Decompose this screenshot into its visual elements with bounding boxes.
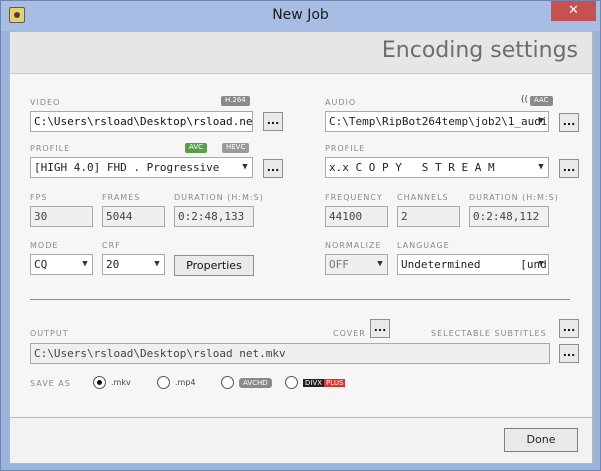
video-label: VIDEO: [30, 98, 61, 107]
output-label: OUTPUT: [30, 329, 69, 338]
speaker-icon: ((: [521, 95, 529, 105]
channels-label: CHANNELS: [397, 193, 449, 202]
format-radio-mp4[interactable]: [157, 376, 170, 389]
format-label-mkv: .mkv: [111, 378, 131, 387]
video-profile-value: [HIGH 4.0] FHD . Progressive: [34, 161, 220, 174]
output-path-field[interactable]: C:\Users\rsload\Desktop\rsload net.mkv: [30, 343, 550, 364]
video-path-field[interactable]: C:\Users\rsload\Desktop\rsload.net.MP4: [30, 111, 253, 132]
audio-profile-label: PROFILE: [325, 144, 366, 153]
audio-path-value: C:\Temp\RipBot264temp\job2\1_audio: [329, 115, 549, 128]
audio-browse-button[interactable]: ...: [559, 113, 579, 132]
chevron-down-icon: ▼: [538, 259, 544, 269]
audio-profile-value: x.x C O P Y S T R E A M: [329, 161, 495, 174]
fps-field: 30: [30, 206, 93, 227]
chevron-down-icon: ▼: [377, 259, 383, 269]
footer-bar: Done: [9, 418, 593, 464]
video-duration-field: 0:2:48,133: [174, 206, 254, 227]
chevron-down-icon: ▼: [154, 259, 160, 269]
chevron-down-icon: ▼: [82, 259, 88, 269]
header-band: Encoding settings: [10, 32, 592, 74]
normalize-value: OFF: [329, 258, 349, 271]
audio-path-select[interactable]: C:\Temp\RipBot264temp\job2\1_audio ▼: [325, 111, 549, 132]
window-title: New Job: [272, 7, 329, 23]
video-browse-button[interactable]: ...: [263, 112, 283, 131]
close-button[interactable]: ✕: [551, 1, 596, 21]
audio-profile-select[interactable]: x.x C O P Y S T R E A M ▼: [325, 157, 549, 178]
audio-profile-button[interactable]: ...: [559, 159, 579, 178]
hevc-badge[interactable]: HEVC: [222, 143, 250, 153]
divx-text: DIVX: [303, 379, 325, 387]
chevron-down-icon: ▼: [538, 116, 544, 126]
crf-label: CRF: [102, 241, 121, 250]
save-as-label: SAVE AS: [30, 379, 71, 388]
divx-plus-logo: DIVX PLUS: [303, 378, 346, 388]
subtitles-label: SELECTABLE SUBTITLES: [431, 329, 547, 338]
app-window: New Job ✕ Encoding settings VIDEO H.264 …: [0, 0, 601, 471]
output-browse-button[interactable]: ...: [559, 344, 579, 363]
chevron-down-icon: ▼: [538, 162, 544, 172]
format-radio-mkv[interactable]: [93, 376, 106, 389]
language-select[interactable]: Undetermined [und] ▼: [397, 254, 549, 275]
subtitles-button[interactable]: ...: [559, 319, 579, 338]
video-profile-label: PROFILE: [30, 144, 71, 153]
properties-button[interactable]: Properties: [174, 255, 254, 276]
audio-duration-label: DURATION (H:M:S): [469, 193, 559, 202]
cover-button[interactable]: ...: [370, 319, 390, 338]
frequency-label: FREQUENCY: [325, 193, 383, 202]
plus-text: PLUS: [324, 379, 346, 387]
crf-select[interactable]: 20 ▼: [102, 254, 165, 275]
format-label-mp4: .mp4: [175, 378, 196, 387]
section-divider: [30, 299, 570, 300]
channels-field: 2: [397, 206, 460, 227]
crf-value: 20: [106, 258, 120, 271]
chevron-down-icon: ▼: [242, 162, 248, 172]
video-duration-label: DURATION (H:M:S): [174, 193, 264, 202]
mode-select[interactable]: CQ ▼: [30, 254, 93, 275]
format-radio-avchd[interactable]: [221, 376, 234, 389]
frames-label: FRAMES: [102, 193, 141, 202]
language-value: Undetermined [und]: [401, 258, 549, 271]
mode-label: MODE: [30, 241, 59, 250]
frequency-field: 44100: [325, 206, 388, 227]
cover-label: COVER: [333, 329, 366, 338]
done-button[interactable]: Done: [504, 428, 578, 452]
language-label: LANGUAGE: [397, 241, 450, 250]
audio-duration-field: 0:2:48,112: [469, 206, 549, 227]
fps-label: FPS: [30, 193, 48, 202]
aac-badge: AAC: [530, 96, 553, 106]
video-profile-select[interactable]: [HIGH 4.0] FHD . Progressive ▼: [30, 157, 253, 178]
page-title: Encoding settings: [381, 38, 578, 63]
normalize-label: NORMALIZE: [325, 241, 382, 250]
frames-field: 5044: [102, 206, 165, 227]
mode-value: CQ: [34, 258, 48, 271]
normalize-select[interactable]: OFF ▼: [325, 254, 388, 275]
avchd-logo: AVCHD: [239, 378, 272, 388]
format-radio-divx[interactable]: [285, 376, 298, 389]
audio-label: AUDIO: [325, 98, 357, 107]
title-bar: New Job ✕: [1, 1, 600, 31]
dialog-content: Encoding settings VIDEO H.264 C:\Users\r…: [9, 31, 593, 418]
video-profile-button[interactable]: ...: [263, 159, 283, 178]
h264-badge: H.264: [221, 96, 250, 106]
avc-badge[interactable]: AVC: [185, 143, 208, 153]
